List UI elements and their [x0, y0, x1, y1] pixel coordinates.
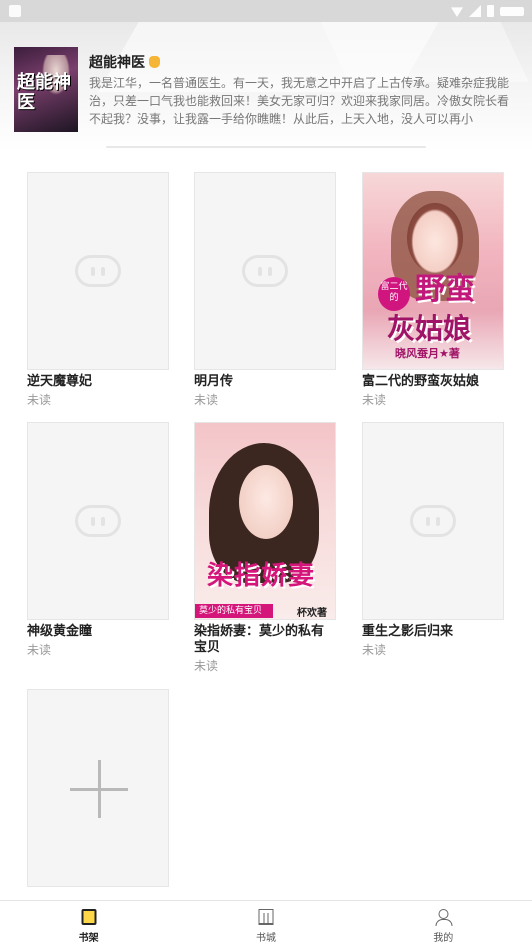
header-divider: [106, 146, 426, 148]
read-status: 未读: [362, 643, 387, 657]
book-item[interactable]: 染指娇妻 莫少的私有宝贝 杯欢著 染指娇妻：莫少的私有宝贝 未读: [194, 422, 336, 674]
book-item[interactable]: 重生之影后归来 未读: [362, 422, 504, 658]
nav-item-bookshelf[interactable]: 书架: [0, 901, 177, 944]
add-book-button[interactable]: [27, 689, 169, 887]
cover-author: 晓风蚕月★著: [395, 347, 460, 360]
cover-author: 杯欢著: [297, 608, 327, 619]
cover-title-line: 野蛮: [415, 272, 475, 307]
book-item[interactable]: 明月传 未读: [194, 172, 336, 408]
book-title: 重生之影后归来: [362, 624, 454, 639]
featured-book-title[interactable]: 超能神医: [89, 52, 160, 72]
book-title: 神级黄金瞳: [27, 624, 93, 639]
nav-item-bookstore[interactable]: 书城: [177, 901, 354, 944]
book-title: 染指娇妻：莫少的私有宝贝: [194, 624, 325, 655]
book-cover[interactable]: 富二代的 野蛮 灰姑娘 晓风蚕月★著: [362, 172, 504, 370]
status-icons: [451, 5, 524, 17]
plus-icon: [98, 760, 101, 818]
hand-icon: [149, 56, 160, 68]
featured-book[interactable]: 超能神医 超能神医 我是江华，一名普通医生。有一天，我无意之中开启了上古传承。疑…: [14, 47, 524, 137]
book-cover[interactable]: [27, 172, 169, 370]
nav-label: 书架: [78, 933, 99, 944]
read-status: 未读: [27, 643, 52, 657]
read-status: 未读: [194, 659, 219, 673]
bookshelf-icon: [81, 909, 97, 925]
read-status: 未读: [362, 393, 387, 407]
book-cover[interactable]: 染指娇妻 莫少的私有宝贝 杯欢著: [194, 422, 336, 620]
book-item[interactable]: 神级黄金瞳 未读: [27, 422, 169, 658]
nav-label: 书城: [255, 933, 276, 944]
book-item[interactable]: 逆天魔尊妃 未读: [27, 172, 169, 408]
placeholder-cover-icon: [75, 505, 121, 537]
profile-icon: [435, 909, 453, 926]
book-cover[interactable]: [362, 422, 504, 620]
clock-indicator: [500, 6, 524, 16]
featured-title-text: 超能神医: [89, 55, 145, 71]
cover-subtitle-band: 莫少的私有宝贝: [195, 604, 273, 618]
bookstore-icon: [258, 909, 274, 925]
book-title: 明月传: [194, 374, 234, 389]
signal-icon: [469, 5, 481, 17]
featured-cover-title: 超能神医: [17, 72, 71, 113]
wifi-icon: [451, 7, 463, 17]
cover-title-line: 灰姑娘: [387, 312, 472, 345]
featured-book-cover[interactable]: 超能神医: [14, 47, 78, 132]
read-status: 未读: [194, 393, 219, 407]
book-cover[interactable]: [27, 422, 169, 620]
book-title: 逆天魔尊妃: [27, 374, 93, 389]
notification-icon: [9, 5, 21, 17]
nav-label: 我的: [433, 933, 454, 944]
book-item[interactable]: 富二代的 野蛮 灰姑娘 晓风蚕月★著 富二代的野蛮灰姑娘 未读: [362, 172, 504, 408]
read-status: 未读: [27, 393, 52, 407]
placeholder-cover-icon: [242, 255, 288, 287]
cover-tag: 富二代的: [378, 277, 410, 311]
book-cover[interactable]: [194, 172, 336, 370]
status-bar: [0, 0, 532, 22]
featured-book-description: 我是江华，一名普通医生。有一天，我无意之中开启了上古传承。疑难杂症我能治，只差一…: [89, 76, 510, 126]
cover-title-line: 染指娇妻: [207, 561, 316, 591]
placeholder-cover-icon: [75, 255, 121, 287]
battery-icon: [487, 5, 494, 17]
book-title: 富二代的野蛮灰姑娘: [362, 374, 480, 389]
bottom-nav: 书架 书城 我的: [0, 900, 532, 944]
cover-illustration: [239, 465, 293, 539]
placeholder-cover-icon: [410, 505, 456, 537]
nav-item-profile[interactable]: 我的: [355, 901, 532, 944]
cover-illustration: [407, 203, 463, 273]
